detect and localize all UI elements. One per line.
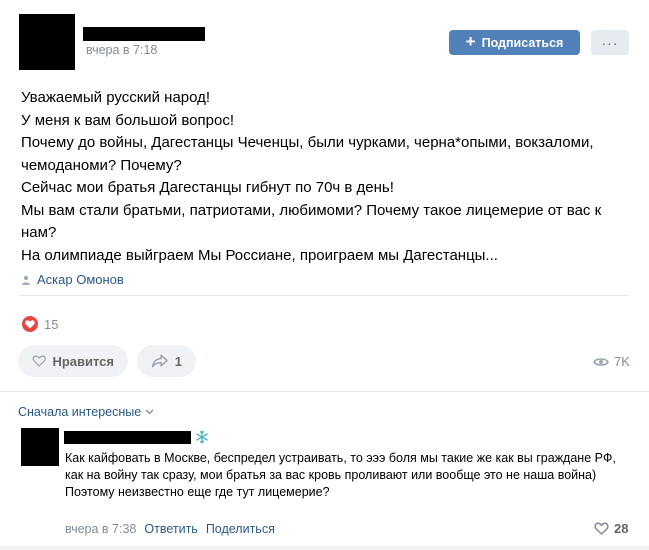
reply-link[interactable]: Ответить	[144, 522, 197, 536]
post-text-line: Мы вам стали братьми, патриотами, любимо…	[21, 201, 602, 242]
post-text: Уважаемый русский народ! У меня к вам бо…	[21, 87, 621, 267]
comment-likes-count: 28	[614, 521, 629, 536]
eye-icon	[593, 357, 609, 366]
subscribe-label: Подписаться	[481, 35, 564, 50]
like-button[interactable]: Нравится	[18, 345, 128, 377]
post-author-name-redacted[interactable]	[83, 27, 205, 41]
reactions-summary[interactable]: 15	[22, 316, 58, 332]
post-text-line: На олимпиаде выйграем Мы Россиане, проиг…	[21, 246, 498, 264]
views-counter: 7K	[593, 354, 630, 369]
comment-text: Как кайфовать в Москве, беспредел устраи…	[65, 450, 635, 501]
comment-author-avatar[interactable]	[21, 428, 59, 466]
share-count: 1	[174, 353, 182, 369]
comment-time[interactable]: вчера в 7:38	[65, 522, 136, 536]
plus-icon: +	[465, 32, 476, 51]
share-button[interactable]: 1	[137, 345, 196, 377]
post-text-line: Почему до войны, Дагестанцы Чеченцы, был…	[21, 134, 594, 174]
like-label: Нравится	[52, 353, 114, 369]
bottom-separator	[0, 546, 649, 550]
person-icon	[22, 275, 30, 285]
comment-author-name-redacted[interactable]	[64, 431, 191, 444]
section-divider	[0, 391, 649, 392]
comment-share-link[interactable]: Поделиться	[206, 522, 275, 536]
post-text-line: Сейчас мои братья Дагестанцы гибнут по 7…	[21, 179, 394, 196]
likes-count: 15	[44, 316, 59, 332]
sort-label: Сначала интересные	[18, 405, 142, 419]
share-arrow-icon	[151, 354, 168, 368]
comment-like-button[interactable]: 28	[594, 521, 628, 536]
heart-badge-icon	[22, 316, 38, 332]
comment-text-line: Поэтому неизвестно еще где тут лицемерие…	[65, 485, 330, 499]
post-time[interactable]: вчера в 7:18	[86, 43, 157, 57]
post-author-avatar[interactable]	[19, 14, 75, 70]
more-dots-icon: ···	[601, 34, 619, 51]
heart-outline-icon	[32, 355, 46, 367]
heart-outline-icon	[594, 522, 609, 535]
comment-meta: вчера в 7:38 Ответить Поделиться	[65, 522, 275, 536]
views-count: 7K	[614, 354, 630, 369]
post-text-line: У меня к вам большой вопрос!	[21, 111, 234, 129]
more-options-button[interactable]: ···	[591, 30, 629, 55]
post-text-line: Уважаемый русский народ!	[21, 89, 211, 106]
signature-name: Аскар Омонов	[37, 272, 124, 287]
snowflake-icon	[196, 430, 208, 444]
post-signature[interactable]: Аскар Омонов	[21, 272, 124, 287]
comments-sort-dropdown[interactable]: Сначала интересные	[18, 405, 154, 419]
chevron-down-icon	[145, 409, 154, 415]
divider	[19, 295, 629, 296]
subscribe-button[interactable]: + Подписаться	[449, 30, 580, 55]
comment-text-line: Как кайфовать в Москве, беспредел устраи…	[65, 451, 616, 482]
